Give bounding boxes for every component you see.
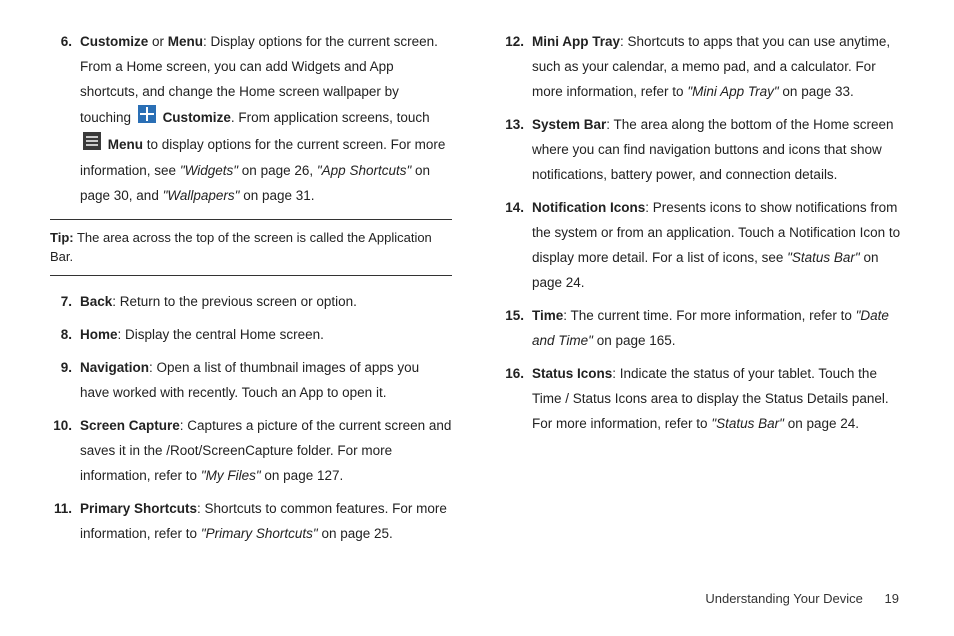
menu-icon <box>83 132 101 159</box>
reference: "Status Bar" <box>787 250 860 265</box>
page-number: 19 <box>885 591 899 606</box>
list-item: 11. Primary Shortcuts: Shortcuts to comm… <box>50 497 452 547</box>
term: Status Icons <box>532 366 612 381</box>
term: Customize <box>163 110 231 125</box>
item-content: Back: Return to the previous screen or o… <box>80 290 452 315</box>
right-column: 12. Mini App Tray: Shortcuts to apps tha… <box>502 30 904 555</box>
item-number: 14. <box>502 196 532 296</box>
item-content: Customize or Menu: Display options for t… <box>80 30 452 209</box>
text: on page 24. <box>788 416 859 431</box>
left-column: 6. Customize or Menu: Display options fo… <box>50 30 452 555</box>
item-number: 16. <box>502 362 532 437</box>
item-content: System Bar: The area along the bottom of… <box>532 113 904 188</box>
reference: "Mini App Tray" <box>687 84 782 99</box>
section-title: Understanding Your Device <box>705 591 863 606</box>
customize-icon <box>138 105 156 132</box>
list-item: 14. Notification Icons: Presents icons t… <box>502 196 904 296</box>
term: Menu <box>168 34 203 49</box>
reference: "Widgets" <box>180 163 238 178</box>
term: Back <box>80 294 112 309</box>
item-number: 12. <box>502 30 532 105</box>
item-number: 15. <box>502 304 532 354</box>
tip-label: Tip: <box>50 230 74 245</box>
item-content: Mini App Tray: Shortcuts to apps that yo… <box>532 30 904 105</box>
term: Home <box>80 327 118 342</box>
text: on page 165. <box>597 333 676 348</box>
list-item: 12. Mini App Tray: Shortcuts to apps tha… <box>502 30 904 105</box>
reference: "Primary Shortcuts" <box>201 526 322 541</box>
tip-callout: Tip: The area across the top of the scre… <box>50 219 452 276</box>
text: on page 31. <box>239 188 314 203</box>
item-content: Notification Icons: Presents icons to sh… <box>532 196 904 296</box>
term: Navigation <box>80 360 149 375</box>
item-number: 8. <box>50 323 80 348</box>
item-content: Status Icons: Indicate the status of you… <box>532 362 904 437</box>
list-item: 8. Home: Display the central Home screen… <box>50 323 452 348</box>
term: Primary Shortcuts <box>80 501 197 516</box>
item-content: Navigation: Open a list of thumbnail ima… <box>80 356 452 406</box>
item-content: Primary Shortcuts: Shortcuts to common f… <box>80 497 452 547</box>
list-item: 16. Status Icons: Indicate the status of… <box>502 362 904 437</box>
item-number: 6. <box>50 30 80 209</box>
list-item: 15. Time: The current time. For more inf… <box>502 304 904 354</box>
item-number: 7. <box>50 290 80 315</box>
list-item: 6. Customize or Menu: Display options fo… <box>50 30 452 209</box>
reference: "Status Bar" <box>711 416 787 431</box>
reference: "My Files" <box>201 468 265 483</box>
item-number: 11. <box>50 497 80 547</box>
text: or <box>148 34 168 49</box>
text: : Return to the previous screen or optio… <box>112 294 357 309</box>
term: Customize <box>80 34 148 49</box>
term: Mini App Tray <box>532 34 620 49</box>
item-content: Screen Capture: Captures a picture of th… <box>80 414 452 489</box>
term: Time <box>532 308 563 323</box>
page-footer: Understanding Your Device 19 <box>705 591 899 606</box>
text: . From application screens, touch <box>231 110 430 125</box>
item-number: 13. <box>502 113 532 188</box>
reference: "App Shortcuts" <box>317 163 411 178</box>
term: Screen Capture <box>80 418 180 433</box>
tip-text: The area across the top of the screen is… <box>50 230 432 265</box>
term: Notification Icons <box>532 200 645 215</box>
text: on page 127. <box>264 468 343 483</box>
list-item: 13. System Bar: The area along the botto… <box>502 113 904 188</box>
item-number: 9. <box>50 356 80 406</box>
term: System Bar <box>532 117 606 132</box>
list-item: 9. Navigation: Open a list of thumbnail … <box>50 356 452 406</box>
term: Menu <box>108 137 143 152</box>
text: on page 25. <box>321 526 392 541</box>
list-item: 10. Screen Capture: Captures a picture o… <box>50 414 452 489</box>
text: on page 26, <box>238 163 317 178</box>
two-column-layout: 6. Customize or Menu: Display options fo… <box>50 30 904 555</box>
reference: "Wallpapers" <box>163 188 240 203</box>
item-content: Time: The current time. For more informa… <box>532 304 904 354</box>
text: on page 33. <box>782 84 853 99</box>
item-content: Home: Display the central Home screen. <box>80 323 452 348</box>
text: : The current time. For more information… <box>563 308 855 323</box>
item-number: 10. <box>50 414 80 489</box>
text: : Display the central Home screen. <box>118 327 324 342</box>
list-item: 7. Back: Return to the previous screen o… <box>50 290 452 315</box>
